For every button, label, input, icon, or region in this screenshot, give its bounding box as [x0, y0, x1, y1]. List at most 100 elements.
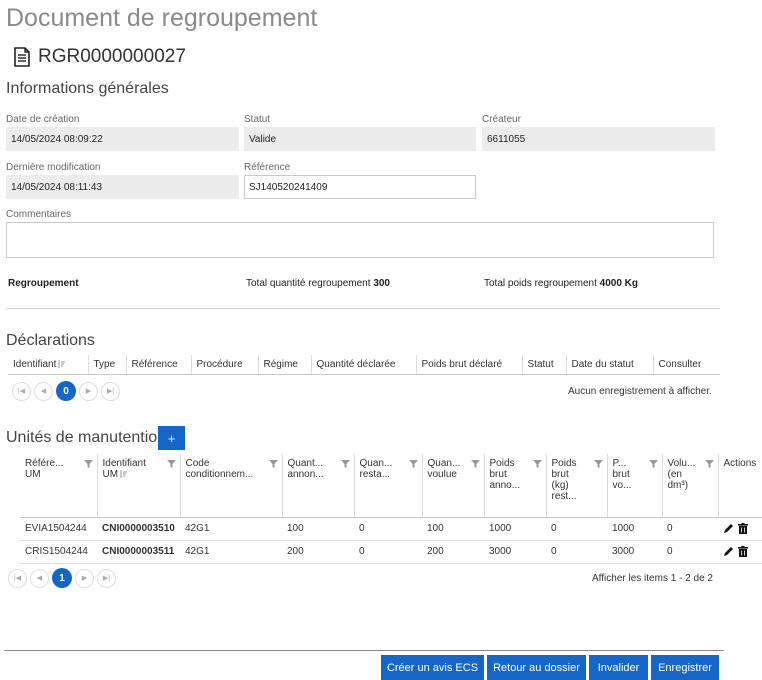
sort-icon: [120, 470, 128, 478]
items-count-text: Afficher les items 1 - 2 de 2: [592, 573, 713, 584]
section-title-general: Informations générales: [6, 80, 169, 97]
cell-q-voulue: 100: [422, 517, 484, 541]
col-procedure[interactable]: Procédure: [191, 355, 259, 375]
first-page-icon[interactable]: |◀: [12, 381, 31, 401]
col-poids-brut-annonce[interactable]: Poids brut anno...: [484, 454, 547, 518]
creer-avis-ecs-button[interactable]: Créer un avis ECS: [381, 655, 484, 680]
invalider-button[interactable]: Invalider: [589, 655, 648, 680]
add-unite-button[interactable]: +: [158, 426, 185, 450]
filter-icon[interactable]: [532, 460, 542, 468]
sort-icon: [58, 360, 66, 368]
prev-page-icon[interactable]: ◀: [30, 568, 49, 588]
filter-icon[interactable]: [340, 460, 350, 468]
document-icon: [14, 47, 30, 67]
date-creation-label: Date de création: [6, 114, 80, 125]
declarations-pager: |◀ ◀ 0 ▶ ▶|: [12, 381, 120, 401]
delete-icon[interactable]: [738, 546, 748, 557]
filter-icon[interactable]: [408, 460, 418, 468]
col-date-statut[interactable]: Date du statut: [566, 355, 654, 375]
col-type[interactable]: Type: [88, 355, 127, 375]
cell-p-voulu: 3000: [607, 540, 662, 564]
filter-icon[interactable]: [268, 460, 278, 468]
col-regime[interactable]: Régime: [258, 355, 312, 375]
section-title-declarations: Déclarations: [6, 332, 95, 349]
total-poids: Total poids regroupement 4000 Kg: [484, 278, 638, 289]
filter-icon[interactable]: [166, 460, 176, 468]
commentaires-textarea[interactable]: [6, 222, 714, 258]
cell-code: 42G1: [180, 517, 282, 541]
unites-pager: |◀ ◀ 1 ▶ ▶|: [8, 568, 116, 588]
filter-icon[interactable]: [593, 460, 603, 468]
col-consulter[interactable]: Consulter: [653, 355, 720, 375]
col-poids-brut-restant[interactable]: Poids brut (kg) rest...: [546, 454, 608, 518]
cell-vol: 0: [662, 540, 718, 564]
col-poids-brut-declare[interactable]: Poids brut déclaré: [416, 355, 523, 375]
empty-records-text: Aucun enregistrement à afficher.: [568, 386, 712, 397]
last-page-icon[interactable]: ▶|: [101, 381, 120, 401]
cell-actions: [718, 517, 762, 541]
filter-icon[interactable]: [83, 460, 93, 468]
col-identifiant[interactable]: Identifiant: [8, 355, 89, 375]
statut-field: Valide: [244, 127, 476, 151]
footer-divider: [4, 650, 724, 651]
cell-p-rest: 0: [546, 517, 607, 541]
last-page-icon[interactable]: ▶|: [97, 568, 116, 588]
filter-icon[interactable]: [470, 460, 480, 468]
cell-ref: CRIS1504244: [20, 540, 97, 564]
cell-q-annon: 100: [282, 517, 354, 541]
retour-dossier-button[interactable]: Retour au dossier: [487, 655, 586, 680]
delete-icon[interactable]: [738, 523, 748, 534]
document-id: RGR0000000027: [38, 46, 186, 67]
filter-icon[interactable]: [648, 460, 658, 468]
page-title: Document de regroupement: [6, 4, 318, 32]
cell-code: 42G1: [180, 540, 282, 564]
col-identifiant-um[interactable]: Identifiant UM: [97, 454, 181, 518]
col-poids-brut-voulu[interactable]: P... brut vo...: [607, 454, 663, 518]
cell-q-rest: 0: [354, 540, 422, 564]
col-quantite-annoncee[interactable]: Quant... annon...: [282, 454, 355, 518]
next-page-icon[interactable]: ▶: [79, 381, 98, 401]
createur-field: 6611055: [482, 127, 715, 151]
col-reference[interactable]: Référence: [126, 355, 192, 375]
table-row: EVIA1504244 CNI0000003510 42G1 100 0 100…: [20, 517, 762, 541]
regroupement-label: Regroupement: [8, 278, 79, 289]
current-page[interactable]: 0: [56, 381, 76, 401]
next-page-icon[interactable]: ▶: [75, 568, 94, 588]
cell-ident: CNI0000003510: [97, 517, 180, 541]
date-creation-field: 14/05/2024 08:09:22: [6, 127, 239, 151]
filter-icon[interactable]: [704, 460, 714, 468]
statut-label: Statut: [244, 114, 271, 125]
edit-icon[interactable]: [723, 546, 734, 557]
cell-q-voulue: 200: [422, 540, 484, 564]
col-code-conditionnement[interactable]: Code conditionnem...: [180, 454, 283, 518]
col-actions: Actions: [718, 454, 762, 518]
reference-label: Référence: [244, 162, 291, 173]
prev-page-icon[interactable]: ◀: [34, 381, 53, 401]
edit-icon[interactable]: [723, 523, 734, 534]
unites-table: Référe... UM Identifiant UM Code conditionn…: [20, 454, 762, 564]
col-quantite-voulue[interactable]: Quan... voulue: [422, 454, 485, 518]
current-page[interactable]: 1: [52, 568, 72, 588]
cell-ident: CNI0000003511: [97, 540, 180, 564]
col-quantite-declaree[interactable]: Quantité déclarée: [311, 355, 417, 375]
col-volume[interactable]: Volu... (en dm³): [662, 454, 719, 518]
section-title-unites: Unités de manutention: [6, 429, 167, 446]
first-page-icon[interactable]: |◀: [8, 568, 27, 588]
derniere-modification-label: Dernière modification: [6, 162, 101, 173]
createur-label: Créateur: [482, 114, 521, 125]
cell-p-rest: 0: [546, 540, 607, 564]
declarations-table: Identifiant Type Référence Procédure Rég…: [8, 355, 720, 375]
cell-vol: 0: [662, 517, 718, 541]
col-reference-um[interactable]: Référe... UM: [20, 454, 98, 518]
document-id-row: RGR0000000027: [14, 46, 186, 68]
cell-q-annon: 200: [282, 540, 354, 564]
cell-actions: [718, 540, 762, 564]
table-row: CRIS1504244 CNI0000003511 42G1 200 0 200…: [20, 540, 762, 564]
derniere-modification-field: 14/05/2024 08:11:43: [6, 175, 239, 199]
col-statut[interactable]: Statut: [522, 355, 567, 375]
reference-input[interactable]: SJ140520241409: [244, 175, 476, 199]
cell-p-anno: 3000: [484, 540, 546, 564]
col-quantite-restante[interactable]: Quan... resta...: [354, 454, 423, 518]
commentaires-label: Commentaires: [6, 209, 72, 220]
enregistrer-button[interactable]: Enregistrer: [651, 655, 719, 680]
